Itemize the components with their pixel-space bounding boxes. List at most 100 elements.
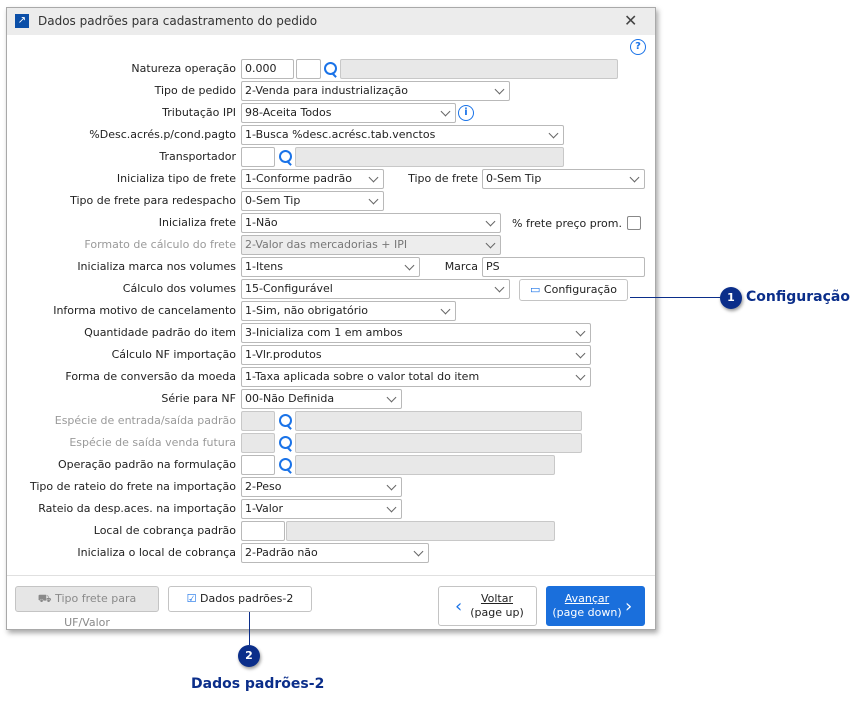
search-icon[interactable] — [277, 147, 293, 167]
operacao-formulacao-desc — [295, 455, 555, 475]
chevron-down-icon — [440, 106, 451, 117]
transportador-desc — [295, 147, 564, 167]
search-icon[interactable] — [277, 433, 293, 453]
callout-2-text: Dados padrões-2 — [191, 676, 325, 692]
avancar-shortcut: (page down) — [552, 606, 622, 619]
inicializa-local-cobranca-select[interactable]: 2-Padrão não — [241, 543, 429, 563]
selected-value: 98-Aceita Todos — [245, 106, 332, 119]
marca-input[interactable]: PS — [482, 257, 645, 277]
chevron-down-icon — [386, 480, 397, 491]
tipo-rateio-frete-select[interactable]: 2-Peso — [241, 477, 402, 497]
dados-padroes-2-button[interactable]: ☑ Dados padrões-2 — [168, 586, 312, 612]
serie-nf-select[interactable]: 00-Não Definida — [241, 389, 402, 409]
transportador-label: Transportador — [159, 150, 236, 163]
callout-1-badge: 1 — [720, 287, 742, 309]
chevron-left-icon: ‹ — [455, 596, 463, 617]
chevron-down-icon — [494, 84, 505, 95]
voltar-button[interactable]: ‹ Voltar (page up) — [438, 586, 537, 626]
info-icon[interactable]: i — [458, 105, 474, 121]
chevron-down-icon — [629, 172, 640, 183]
tributacao-ipi-select[interactable]: 98-Aceita Todos — [241, 103, 456, 123]
formato-calculo-frete-select: 2-Valor das mercadorias + IPI — [241, 235, 501, 255]
button-label: Dados padrões-2 — [200, 592, 294, 605]
quantidade-padrao-select[interactable]: 3-Inicializa com 1 em ambos — [241, 323, 591, 343]
chevron-down-icon — [386, 502, 397, 513]
configuracao-button[interactable]: ▭ Configuração — [519, 279, 628, 301]
tipo-pedido-label: Tipo de pedido — [154, 84, 236, 97]
selected-value: 1-Sim, não obrigatório — [245, 304, 369, 317]
local-cobranca-input[interactable] — [241, 521, 285, 541]
tipo-frete-redespacho-select[interactable]: 0-Sem Tip — [241, 191, 384, 211]
desc-acres-label: %Desc.acrés.p/cond.pagto — [89, 128, 236, 141]
selected-value: 2-Peso — [245, 480, 282, 493]
footer-divider — [7, 575, 655, 576]
button-label: Configuração — [543, 283, 617, 296]
truck-icon: ⛟ — [37, 592, 52, 605]
close-icon[interactable]: ✕ — [624, 11, 637, 30]
selected-value: 1-Valor — [245, 502, 284, 515]
inicializa-marca-select[interactable]: 1-Itens — [241, 257, 420, 277]
quantidade-padrao-label: Quantidade padrão do item — [84, 326, 236, 339]
natureza-sub-input[interactable] — [296, 59, 321, 79]
motivo-cancelamento-select[interactable]: 1-Sim, não obrigatório — [241, 301, 456, 321]
natureza-code-input[interactable]: 0.000 — [241, 59, 294, 79]
chevron-down-icon — [368, 172, 379, 183]
chevron-down-icon — [548, 128, 559, 139]
chevron-right-icon: › — [625, 596, 633, 617]
forma-conversao-label: Forma de conversão da moeda — [65, 370, 236, 383]
avancar-button[interactable]: Avançar (page down) › — [546, 586, 645, 626]
search-icon[interactable] — [277, 411, 293, 431]
chevron-down-icon — [575, 348, 586, 359]
tributacao-ipi-label: Tributação IPI — [162, 106, 236, 119]
especie-entrada-saida-label: Espécie de entrada/saída padrão — [54, 414, 236, 427]
especie-entrada-saida-desc — [295, 411, 582, 431]
tipo-frete-select[interactable]: 0-Sem Tip — [482, 169, 645, 189]
search-icon[interactable] — [277, 455, 293, 475]
selected-value: 15-Configurável — [245, 282, 333, 295]
especie-saida-futura-label: Espécie de saída venda futura — [69, 436, 236, 449]
operacao-formulacao-label: Operação padrão na formulação — [57, 458, 236, 471]
search-icon[interactable] — [322, 59, 338, 79]
app-icon: ↗ — [15, 14, 29, 28]
tipo-rateio-frete-label: Tipo de rateio do frete na importação — [29, 480, 236, 493]
formato-calculo-frete-label: Formato de cálculo do frete — [84, 238, 236, 251]
calculo-volumes-label: Cálculo dos volumes — [122, 282, 236, 295]
inicializa-local-cobranca-label: Inicializa o local de cobrança — [77, 546, 236, 559]
chevron-down-icon — [494, 282, 505, 293]
chevron-down-icon — [386, 392, 397, 403]
natureza-desc — [340, 59, 618, 79]
frete-preco-prom-checkbox[interactable] — [627, 216, 641, 230]
inicializa-tipo-frete-select[interactable]: 1-Conforme padrão — [241, 169, 384, 189]
marca-label: Marca — [444, 260, 478, 273]
help-icon[interactable]: ? — [630, 39, 646, 55]
especie-saida-futura-input — [241, 433, 275, 453]
selected-value: 2-Venda para industrialização — [245, 84, 408, 97]
calculo-volumes-select[interactable]: 15-Configurável — [241, 279, 510, 299]
window-title: Dados padrões para cadastramento do pedi… — [38, 14, 318, 28]
callout-1-line — [630, 297, 720, 298]
chevron-down-icon — [485, 238, 496, 249]
desc-acres-select[interactable]: 1-Busca %desc.acrésc.tab.venctos — [241, 125, 564, 145]
callout-2-line — [249, 612, 250, 645]
calculo-nf-importacao-select[interactable]: 1-Vlr.produtos — [241, 345, 591, 365]
voltar-label: Voltar — [480, 592, 514, 605]
selected-value: 1-Itens — [245, 260, 283, 273]
operacao-formulacao-input[interactable] — [241, 455, 275, 475]
rateio-desp-aces-select[interactable]: 1-Valor — [241, 499, 402, 519]
tipo-frete-label: Tipo de frete — [408, 172, 478, 185]
rateio-desp-aces-label: Rateio da desp.aces. na importação — [38, 502, 236, 515]
avancar-label: Avançar — [564, 592, 610, 605]
selected-value: 1-Conforme padrão — [245, 172, 352, 185]
especie-entrada-saida-input — [241, 411, 275, 431]
selected-value: 00-Não Definida — [245, 392, 335, 405]
frete-preco-prom-label: % frete preço prom. — [512, 217, 622, 230]
chevron-down-icon — [575, 326, 586, 337]
transportador-input[interactable] — [241, 147, 275, 167]
tipo-pedido-select[interactable]: 2-Venda para industrialização — [241, 81, 510, 101]
inicializa-marca-label: Inicializa marca nos volumes — [77, 260, 236, 273]
inicializa-tipo-frete-label: Inicializa tipo de frete — [116, 172, 236, 185]
forma-conversao-select[interactable]: 1-Taxa aplicada sobre o valor total do i… — [241, 367, 591, 387]
calculo-nf-importacao-label: Cálculo NF importação — [111, 348, 236, 361]
chevron-down-icon — [575, 370, 586, 381]
local-cobranca-desc — [286, 521, 555, 541]
